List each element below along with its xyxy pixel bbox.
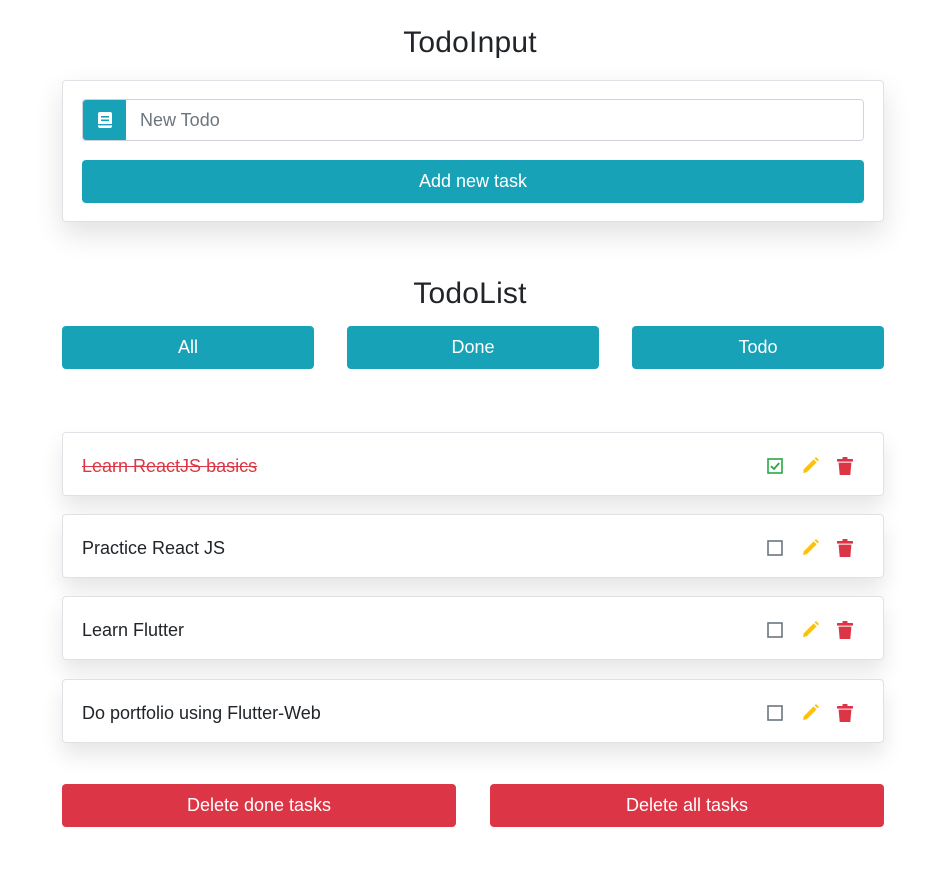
add-new-task-button[interactable]: Add new task [82, 160, 864, 203]
unchecked-checkbox-icon[interactable] [763, 537, 787, 559]
todo-item-actions [763, 455, 857, 477]
todo-item-text: Practice React JS [82, 538, 226, 558]
todo-input-title: TodoInput [403, 26, 537, 59]
todo-item: Practice React JS [62, 514, 884, 578]
filter-done-button[interactable]: Done [347, 326, 599, 369]
todo-input-card: Add new task [62, 80, 884, 222]
unchecked-checkbox-icon[interactable] [763, 702, 787, 724]
todo-input-group [82, 99, 864, 141]
todo-app: TodoInput Add new task TodoList All Done… [0, 0, 940, 870]
todo-item-actions [763, 702, 857, 724]
trash-icon[interactable] [833, 619, 857, 641]
new-todo-input[interactable] [126, 100, 863, 140]
filter-all-button[interactable]: All [62, 326, 314, 369]
todo-list-title: TodoList [413, 277, 527, 310]
pencil-icon[interactable] [798, 537, 822, 559]
unchecked-checkbox-icon[interactable] [763, 619, 787, 641]
todo-item-text: Learn ReactJS basics [82, 456, 258, 476]
todo-item-text: Do portfolio using Flutter-Web [82, 703, 321, 723]
filter-todo-button[interactable]: Todo [632, 326, 884, 369]
pencil-icon[interactable] [798, 702, 822, 724]
trash-icon[interactable] [833, 455, 857, 477]
trash-icon[interactable] [833, 702, 857, 724]
todo-item-actions [763, 537, 857, 559]
trash-icon[interactable] [833, 537, 857, 559]
checked-checkbox-icon[interactable] [763, 455, 787, 477]
pencil-icon[interactable] [798, 455, 822, 477]
todo-item: Learn ReactJS basics [62, 432, 884, 496]
todo-item-text: Learn Flutter [82, 620, 185, 640]
todo-item-actions [763, 619, 857, 641]
book-icon [83, 100, 126, 140]
pencil-icon[interactable] [798, 619, 822, 641]
todo-item: Do portfolio using Flutter-Web [62, 679, 884, 743]
delete-done-tasks-button[interactable]: Delete done tasks [62, 784, 456, 827]
delete-all-tasks-button[interactable]: Delete all tasks [490, 784, 884, 827]
todo-item: Learn Flutter [62, 596, 884, 660]
